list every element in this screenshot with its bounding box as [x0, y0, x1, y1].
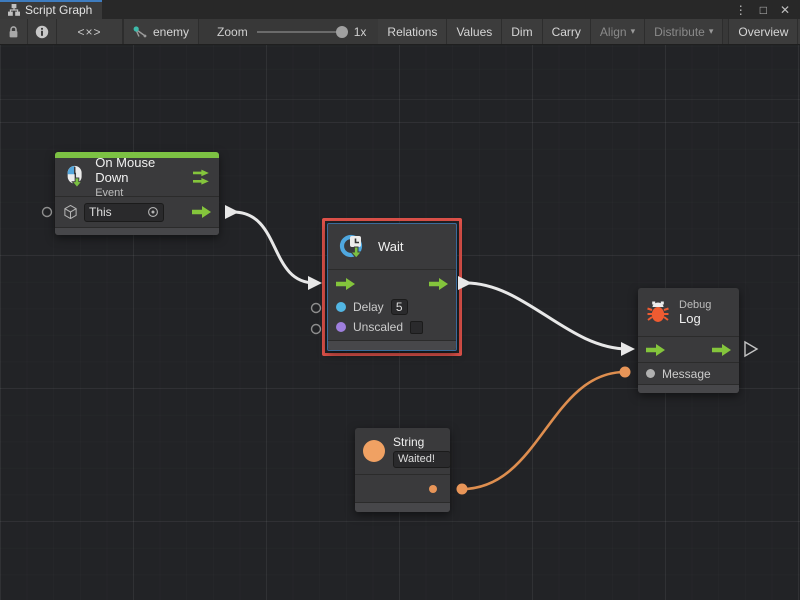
- wire-arrowhead: [225, 205, 239, 219]
- window-controls: ⋮ □ ✕: [735, 0, 800, 19]
- node-string[interactable]: String Waited!: [355, 428, 450, 512]
- chevron-down-icon: ▾: [631, 26, 636, 37]
- string-output-row: [355, 474, 450, 502]
- node-title: On Mouse Down: [95, 155, 185, 185]
- window-menu-icon[interactable]: ⋮: [735, 3, 747, 17]
- zoom-label: Zoom: [217, 25, 248, 39]
- tab-script-graph[interactable]: Script Graph: [0, 0, 102, 19]
- script-graph-window: Script Graph ⋮ □ ✕ <×>: [0, 0, 800, 600]
- node-on-mouse-down[interactable]: On Mouse Down Event This: [55, 152, 219, 235]
- mouse-event-icon: [63, 164, 87, 190]
- zoom-slider-thumb[interactable]: [336, 26, 348, 38]
- node-wait[interactable]: Wait Delay 5: [327, 223, 457, 351]
- wire-flow-mousedown-wait[interactable]: [233, 212, 315, 283]
- node-footer: [355, 502, 450, 512]
- wire-flow-wait-log[interactable]: [466, 283, 628, 349]
- delay-label: Delay: [353, 300, 384, 314]
- node-title: Log: [679, 311, 711, 326]
- bug-icon: [646, 300, 670, 324]
- target-input[interactable]: This: [84, 203, 164, 222]
- flow-out-arrow-icon[interactable]: [712, 344, 731, 356]
- string-icon: [363, 440, 385, 462]
- wire-arrowhead: [308, 276, 322, 290]
- chevron-down-icon: ▾: [709, 26, 714, 37]
- flow-out-double-arrow-icon[interactable]: [193, 169, 211, 186]
- zoom-value: 1x: [354, 25, 367, 39]
- unscaled-checkbox[interactable]: [410, 321, 423, 334]
- wire-arrowhead: [621, 342, 635, 356]
- unconnected-port-circle[interactable]: [312, 325, 321, 334]
- string-value: Waited!: [398, 453, 435, 465]
- info-icon: [35, 25, 49, 39]
- wire-value-string-message[interactable]: [462, 372, 625, 489]
- zoom-slider[interactable]: [257, 31, 345, 33]
- node-category: Debug: [679, 299, 711, 311]
- unscaled-port-dot[interactable]: [336, 322, 346, 332]
- target-picker-icon[interactable]: [147, 206, 159, 218]
- selection-outline: Wait Delay 5: [322, 218, 462, 356]
- graph-toolbar: <×> enemy Zoom 1x Relations Values Dim C…: [0, 19, 800, 45]
- tab-title: Script Graph: [25, 3, 92, 17]
- graph-name-label: enemy: [153, 25, 189, 39]
- message-label: Message: [662, 367, 711, 381]
- align-label: Align: [600, 25, 627, 39]
- node-debug-log[interactable]: Debug Log Message: [638, 288, 739, 393]
- toolbar-right-group: Relations Values Dim Carry Align ▾ Distr…: [378, 19, 800, 44]
- values-button[interactable]: Values: [447, 19, 502, 44]
- message-port-dot[interactable]: [646, 369, 655, 378]
- wait-timer-icon: [338, 232, 368, 262]
- dim-button[interactable]: Dim: [502, 19, 542, 44]
- window-maximize-icon[interactable]: □: [760, 3, 767, 17]
- flow-in-arrow-icon[interactable]: [336, 278, 355, 290]
- target-value: This: [89, 205, 112, 219]
- flow-out-arrow-icon[interactable]: [429, 278, 448, 290]
- unconnected-port-circle[interactable]: [43, 208, 52, 217]
- code-toggle-button[interactable]: <×>: [57, 19, 123, 44]
- relations-button[interactable]: Relations: [378, 19, 447, 44]
- unscaled-label: Unscaled: [353, 320, 403, 334]
- script-graph-icon: [8, 4, 20, 16]
- graph-reference-button[interactable]: enemy: [124, 19, 199, 44]
- window-close-icon[interactable]: ✕: [780, 3, 790, 17]
- node-footer: [55, 227, 219, 235]
- info-button[interactable]: [28, 19, 57, 44]
- zoom-control: Zoom 1x: [199, 19, 378, 44]
- node-footer: [328, 340, 456, 350]
- unconnected-flow-port-triangle[interactable]: [745, 342, 757, 356]
- flow-port-arrow-icon[interactable]: [192, 206, 211, 218]
- cube-icon: [63, 204, 78, 220]
- align-dropdown-button[interactable]: Align ▾: [591, 19, 645, 44]
- node-title: Wait: [378, 239, 404, 254]
- graph-canvas[interactable]: On Mouse Down Event This: [0, 45, 800, 600]
- lock-button[interactable]: [0, 19, 28, 44]
- lock-icon: [7, 25, 20, 39]
- node-subtitle: Event: [95, 187, 185, 199]
- distribute-label: Distribute: [654, 25, 705, 39]
- overview-button[interactable]: Overview: [728, 19, 798, 44]
- wire-endpoint-dot: [620, 367, 631, 378]
- distribute-dropdown-button[interactable]: Distribute ▾: [645, 19, 723, 44]
- delay-port-dot[interactable]: [336, 302, 346, 312]
- string-input[interactable]: Waited!: [393, 451, 451, 468]
- carry-button[interactable]: Carry: [543, 19, 591, 44]
- unconnected-port-circle[interactable]: [312, 304, 321, 313]
- node-footer: [638, 384, 739, 393]
- delay-input[interactable]: 5: [391, 299, 408, 315]
- node-title: String: [393, 435, 451, 449]
- delay-value: 5: [396, 300, 403, 314]
- graph-reference-icon: [133, 26, 147, 38]
- wire-endpoint-dot: [457, 484, 468, 495]
- tab-bar: Script Graph ⋮ □ ✕: [0, 0, 800, 19]
- flow-in-arrow-icon[interactable]: [646, 344, 665, 356]
